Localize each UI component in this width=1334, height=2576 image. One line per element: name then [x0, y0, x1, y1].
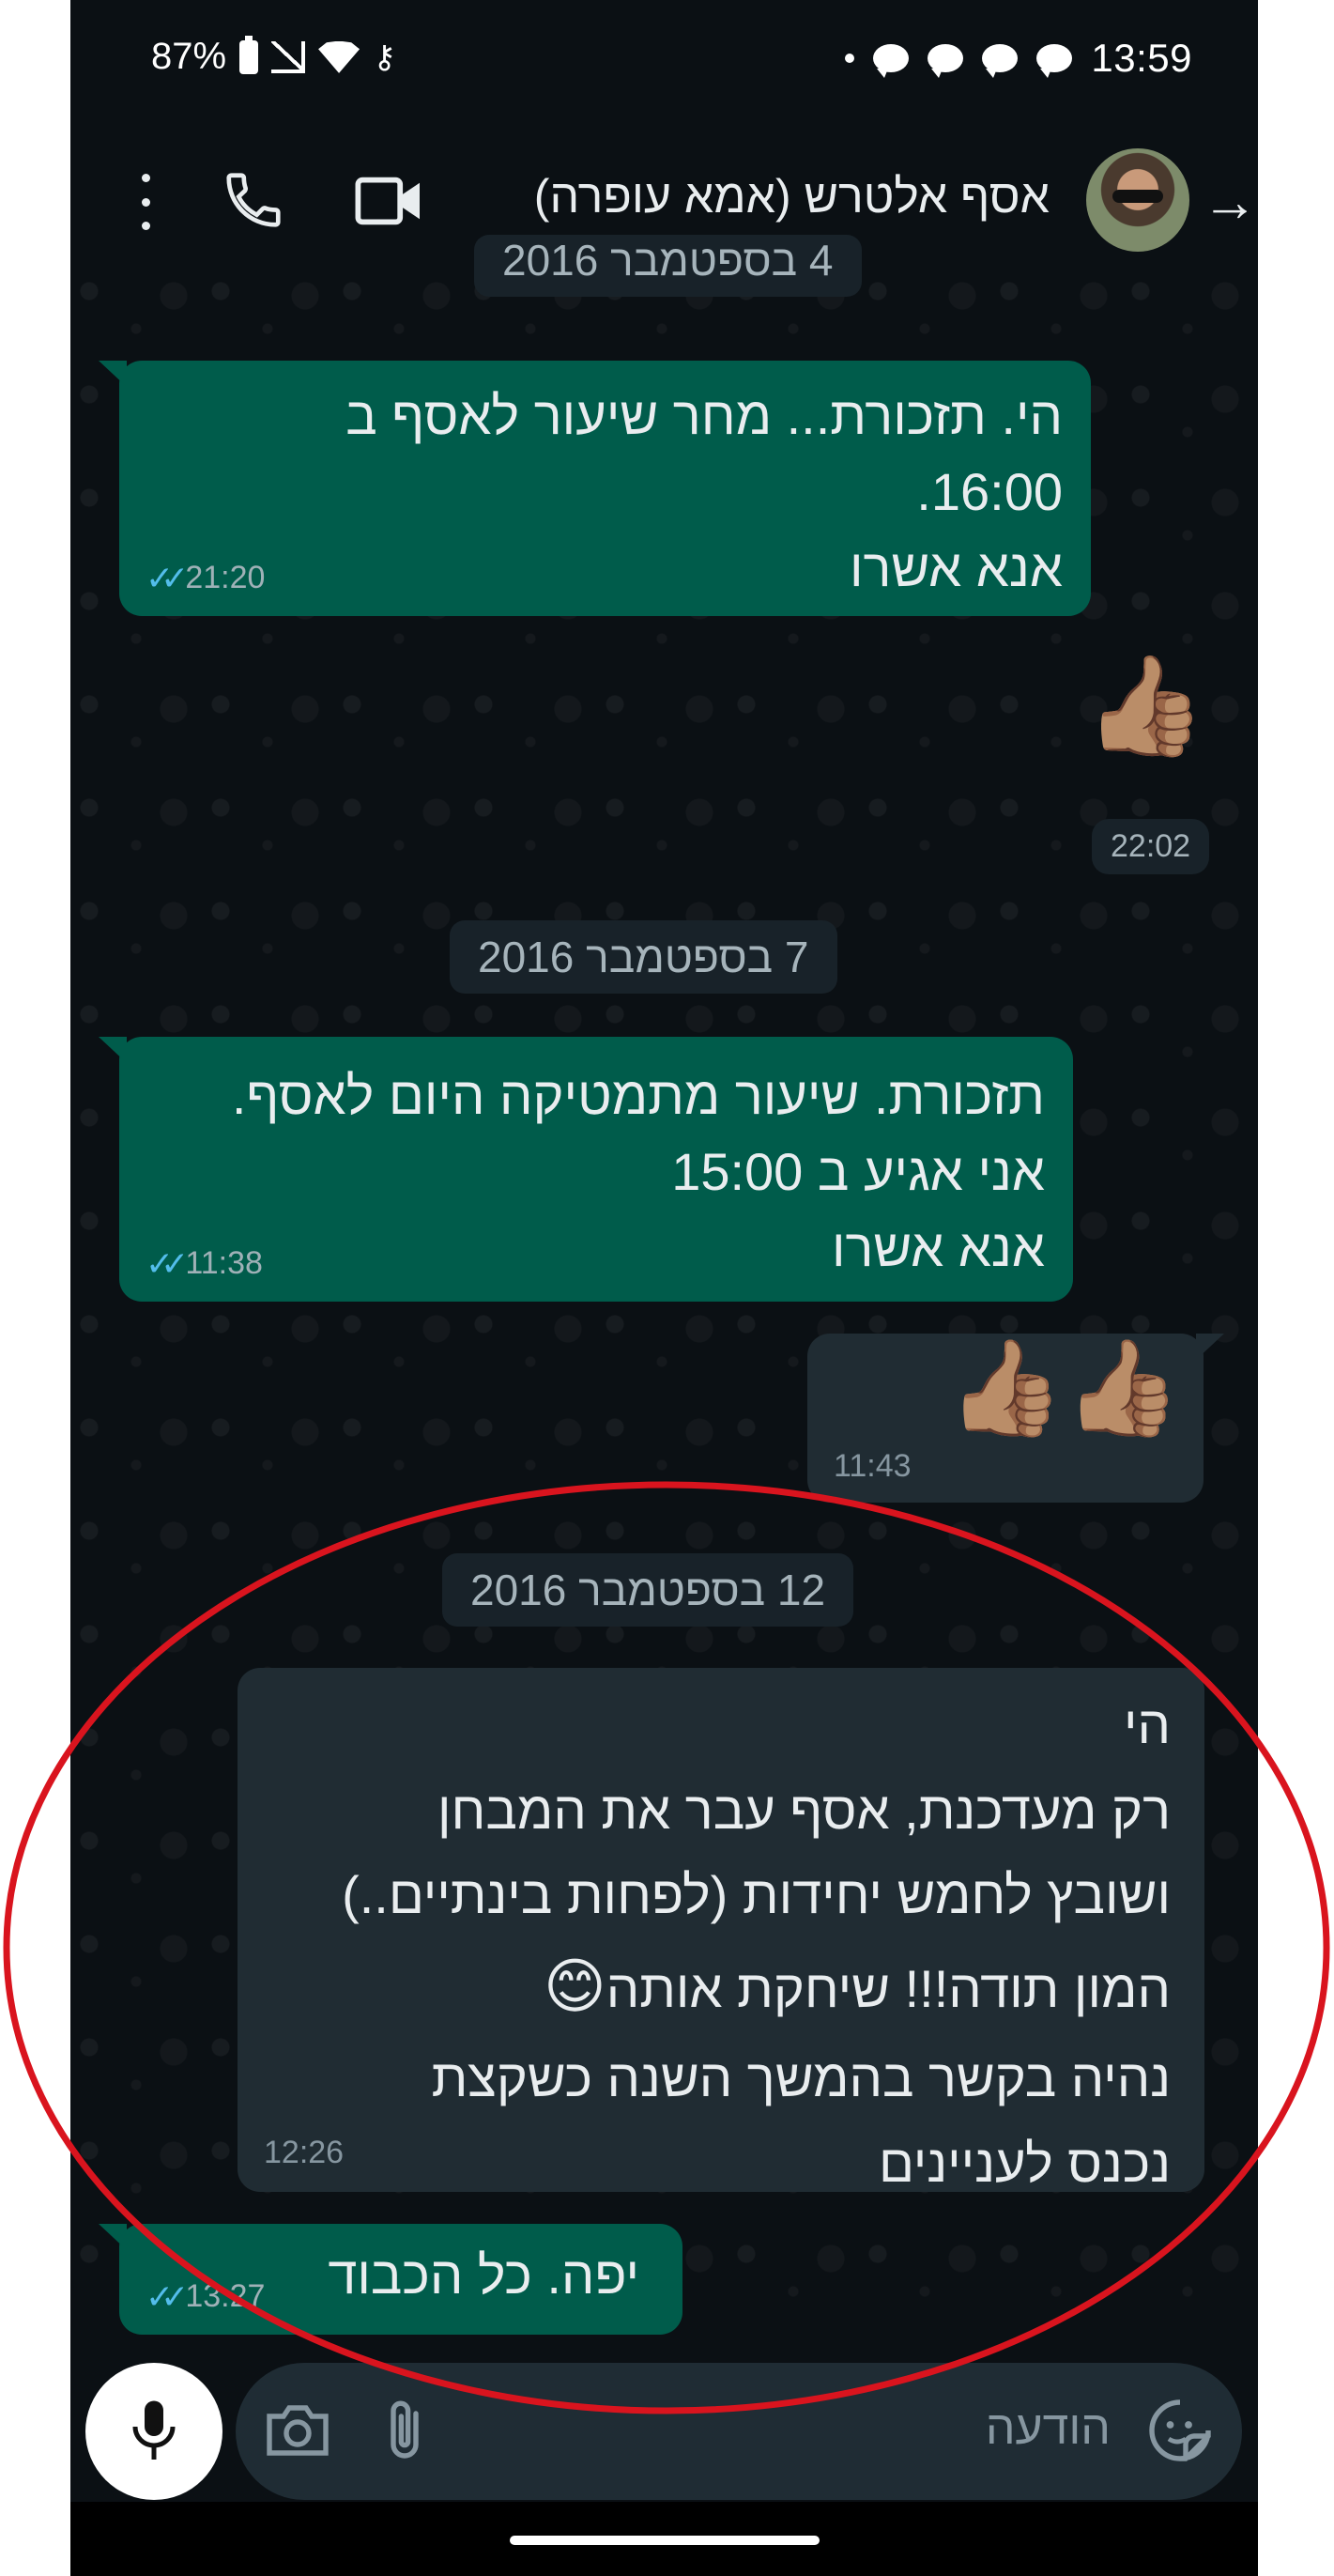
key-icon: ⚷	[373, 39, 396, 75]
message-meta: ✓✓ 13:27	[146, 2273, 265, 2321]
chat-bubble-icon	[873, 44, 910, 78]
message-line: תזכורת. שיעור מתמטיקה היום לאסף.	[231, 1066, 1045, 1125]
date-chip: 4 בספטמבר 2016	[474, 235, 862, 297]
message-composer[interactable]: הודעה	[236, 2363, 1242, 2500]
more-notifications-dot-icon	[845, 54, 855, 63]
message-text: המון תודה!!! שיחקת אותה	[606, 1959, 1171, 2019]
date-chip: 7 בספטמבר 2016	[450, 920, 837, 994]
message-line: הי. תזכורת... מחר שיעור לאסף ב	[345, 386, 1063, 445]
paperclip-icon[interactable]	[376, 2397, 433, 2464]
outgoing-message[interactable]: תזכורת. שיעור מתמטיקה היום לאסף. אני אגי…	[99, 1037, 1073, 1302]
status-bar: 87% ⚷ 13:59	[70, 0, 1258, 122]
battery-icon	[239, 35, 259, 74]
message-line: אני אגיע ב 15:00	[671, 1142, 1045, 1202]
outgoing-message[interactable]: הי. תזכורת... מחר שיעור לאסף ב 16:00. אנ…	[99, 361, 1091, 616]
message-line: 16:00.	[916, 462, 1063, 522]
camera-icon[interactable]	[264, 2400, 331, 2460]
clock: 13:59	[1091, 36, 1192, 80]
home-gesture-handle[interactable]	[510, 2536, 820, 2545]
message-time: 13:27	[185, 2278, 266, 2315]
signal-icon	[271, 40, 306, 73]
incoming-message[interactable]: הי רק מעדכנת, אסף עבר את המבחן ושובץ לחמ…	[238, 1668, 1204, 2193]
video-call-icon[interactable]	[352, 171, 427, 231]
avatar[interactable]	[1086, 148, 1189, 252]
message-line: רק מעדכנת, אסף עבר את המבחן	[437, 1780, 1171, 1840]
read-ticks-icon: ✓✓	[146, 558, 189, 597]
message-meta: 12:26	[264, 2127, 344, 2179]
smiling-face-emoji: 😊	[543, 1952, 606, 2021]
message-line: נכנס לעניינים	[878, 2133, 1171, 2193]
incoming-message[interactable]: 👍🏽👍🏽 11:43	[807, 1334, 1224, 1503]
battery-percent: 87%	[151, 36, 227, 77]
message-input[interactable]: הודעה	[986, 2400, 1111, 2455]
message-line: המון תודה!!! שיחקת אותה😊	[271, 1938, 1171, 2036]
chat-bubble-icon	[982, 44, 1019, 78]
chat-bubble-icon	[928, 44, 964, 78]
wifi-icon	[318, 41, 360, 73]
message-line: אנא אשרו	[831, 1218, 1045, 1278]
message-meta: 11:43	[834, 1443, 912, 1489]
message-time: 11:43	[834, 1447, 912, 1484]
more-vert-icon[interactable]	[127, 174, 164, 230]
phone-screen: 87% ⚷ 13:59 אסף אלטרש (אמא עופרה) → 4 בס…	[70, 0, 1258, 2576]
read-ticks-icon: ✓✓	[146, 1243, 189, 1283]
message-time: 21:20	[185, 560, 266, 596]
outgoing-message[interactable]: יפה. כל הכבוד ✓✓ 13:27	[99, 2224, 682, 2335]
chat-bubble-icon	[1036, 44, 1073, 78]
arrow-right-icon[interactable]: →	[1202, 169, 1258, 234]
sticker-icon[interactable]	[1146, 2397, 1214, 2464]
date-chip: 12 בספטמבר 2016	[442, 1553, 854, 1627]
read-ticks-icon: ✓✓	[146, 2276, 189, 2316]
message-time: 12:26	[264, 2134, 345, 2170]
microphone-icon	[132, 2400, 176, 2460]
message-line: אנא אשרו	[849, 538, 1063, 598]
message-time: 11:38	[185, 1245, 263, 1282]
message-meta: ✓✓ 21:20	[146, 554, 265, 603]
microphone-button[interactable]	[85, 2363, 222, 2500]
message-meta: ✓✓ 11:38	[146, 1240, 263, 1288]
contact-name[interactable]: אסף אלטרש (אמא עופרה)	[534, 169, 1050, 224]
thumbs-up-emoji: 👍🏽👍🏽	[946, 1335, 1181, 1441]
status-right: 13:59	[845, 36, 1192, 81]
message-line: נהיה בקשר בהמשך השנה כשקצת	[431, 2047, 1171, 2107]
system-navigation-bar	[70, 2502, 1258, 2576]
message-line: ושובץ לחמש יחידות (לפחות בינתיים..)	[342, 1865, 1171, 1925]
thumbs-up-emoji[interactable]: 👍🏽	[1084, 657, 1206, 755]
message-time: 22:02	[1092, 819, 1210, 874]
status-left: 87% ⚷	[151, 35, 396, 78]
phone-icon[interactable]	[221, 167, 286, 233]
message-line: הי	[1123, 1695, 1171, 1754]
